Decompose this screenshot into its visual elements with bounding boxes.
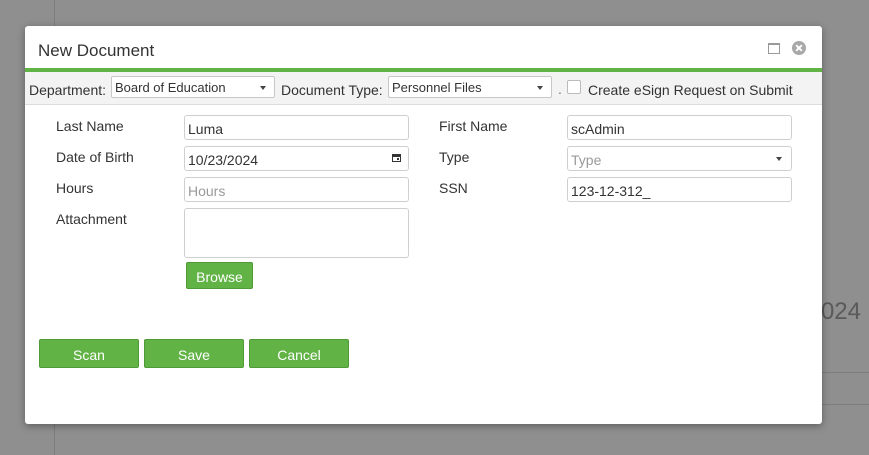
document-type-label: Document Type: xyxy=(281,82,383,98)
esign-label[interactable]: Create eSign Request on Submit xyxy=(588,82,793,98)
cancel-button[interactable]: Cancel xyxy=(249,339,349,368)
calendar-icon[interactable] xyxy=(392,154,401,162)
attachment-label: Attachment xyxy=(56,211,127,227)
date-of-birth-value: 10/23/2024 xyxy=(188,152,259,168)
hours-label: Hours xyxy=(56,180,94,196)
first-name-value: scAdmin xyxy=(571,121,625,137)
department-value: Board of Education xyxy=(115,80,226,95)
ssn-value: 123-12-312_ xyxy=(571,183,651,199)
department-label: Department: xyxy=(29,82,107,98)
document-toolbar: Department: Board of Education Document … xyxy=(25,72,822,105)
type-placeholder: Type xyxy=(571,152,602,168)
document-type-select[interactable]: Personnel Files xyxy=(388,76,552,98)
dialog-titlebar: New Document xyxy=(25,26,822,68)
save-button[interactable]: Save xyxy=(144,339,244,368)
ssn-input[interactable]: 123-12-312_ xyxy=(567,177,792,202)
close-icon[interactable] xyxy=(792,41,806,55)
chevron-down-icon xyxy=(537,86,543,90)
background-divider xyxy=(822,372,869,373)
scan-button[interactable]: Scan xyxy=(39,339,139,368)
chevron-down-icon xyxy=(776,157,782,161)
browse-button[interactable]: Browse xyxy=(186,262,253,289)
new-document-dialog: New Document Department: Board of Educat… xyxy=(25,26,822,424)
date-of-birth-label: Date of Birth xyxy=(56,149,134,165)
first-name-label: First Name xyxy=(439,118,508,134)
document-type-value: Personnel Files xyxy=(392,80,482,95)
first-name-input[interactable]: scAdmin xyxy=(567,115,792,140)
type-select[interactable]: Type xyxy=(567,146,792,171)
last-name-input[interactable]: Luma xyxy=(184,115,409,140)
chevron-down-icon xyxy=(260,86,266,90)
date-of-birth-input[interactable]: 10/23/2024 xyxy=(184,146,409,171)
dialog-title: New Document xyxy=(38,41,155,60)
attachment-field[interactable] xyxy=(184,208,409,258)
ssn-label: SSN xyxy=(439,180,468,196)
hours-input[interactable]: Hours xyxy=(184,177,409,202)
esign-checkbox[interactable] xyxy=(567,80,581,94)
department-select[interactable]: Board of Education xyxy=(111,76,275,98)
hours-placeholder: Hours xyxy=(188,183,226,199)
background-divider xyxy=(822,404,869,405)
last-name-value: Luma xyxy=(188,121,224,137)
type-label: Type xyxy=(439,149,470,165)
last-name-label: Last Name xyxy=(56,118,124,134)
maximize-icon[interactable] xyxy=(768,43,780,54)
toolbar-separator: . xyxy=(558,81,562,97)
background-date-fragment: 024 xyxy=(820,298,861,325)
